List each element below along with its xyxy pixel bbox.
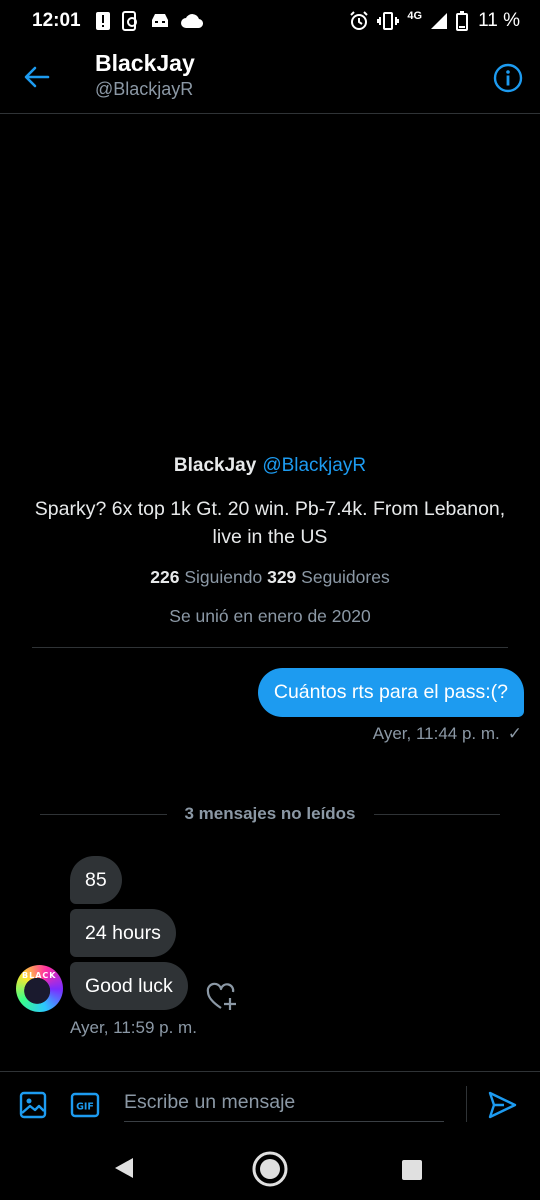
received-message-bubble[interactable]: 24 hours [70,909,176,957]
joined-date: Se unió en enero de 2020 [169,606,371,626]
network-type: 4G [407,10,423,22]
nav-back-icon[interactable] [113,1156,135,1180]
received-message-bubble[interactable]: Good luck [70,962,188,1010]
arrow-left-icon [24,66,50,88]
sent-timestamp: Ayer, 11:44 p. m. [372,724,500,743]
conversation-header: BlackJay @BlackjayR [0,42,540,114]
header-display-name: BlackJay [95,50,195,76]
header-handle: @BlackjayR [95,79,194,99]
sent-message-bubble[interactable]: Cuántos rts para el pass:(? [257,668,524,717]
system-nav-bar [0,1137,540,1200]
notification-icons [95,11,203,31]
alert-icon [95,12,110,30]
status-bar: 12:01 4G 11 % [0,0,540,42]
followers-label: Seguidores [301,567,390,587]
follow-counts: 226 Siguiendo 329 Seguidores [0,567,540,588]
send-icon[interactable] [486,1089,518,1121]
received-timestamp: Ayer, 11:59 p. m. [70,1018,197,1037]
profile-handle: @BlackjayR [262,455,367,476]
clock: 12:01 [32,10,81,31]
nav-home-icon[interactable] [251,1150,289,1188]
nav-recents-icon[interactable] [402,1160,422,1180]
profile-bio: Sparky? 6x top 1k Gt. 20 win. Pb-7.4k. F… [34,498,506,548]
sent-message-meta: Ayer, 11:44 p. m. ✓ [373,724,522,744]
received-message-bubble[interactable]: 85 [70,856,122,904]
battery-percent: 11 % [478,10,520,31]
info-icon[interactable] [492,62,524,94]
following-count: 226 [150,567,180,587]
profile-display-name: BlackJay [173,455,257,476]
dm-conversation-screen: 12:01 4G 11 % BlackJay @BlackjayR BlackJ… [0,0,540,1200]
image-icon[interactable] [18,1090,48,1120]
system-icons: 4G 11 % [349,10,520,32]
sent-check-icon: ✓ [507,724,522,743]
gif-icon[interactable]: GIF [70,1090,100,1120]
followers-count: 329 [267,567,297,587]
unread-divider: 3 mensajes no leídos [40,802,501,826]
unread-count-label: 3 mensajes no leídos [184,804,356,823]
heart-add-reaction-icon[interactable] [206,982,238,1012]
following-label: Siguiendo [184,567,263,587]
car-mode-icon [151,14,168,27]
avatar-logo-text: BLACK [22,971,57,980]
profile-name-line: BlackJay @BlackjayR [0,455,540,477]
alarm-icon [350,11,369,30]
divider [40,813,167,815]
divider [32,647,508,648]
vibrate-icon [377,12,400,30]
message-composer: GIF [0,1071,540,1137]
divider [466,1086,467,1122]
sender-avatar[interactable]: BLACK [16,965,63,1012]
cloud-icon [180,14,203,29]
profile-summary[interactable]: BlackJay @BlackjayR Sparky? 6x top 1k Gt.… [0,455,540,627]
back-button[interactable] [20,60,54,94]
signal-icon [431,13,448,29]
svg-text:GIF: GIF [76,1102,94,1113]
battery-icon [456,11,469,31]
phone-sync-icon [121,11,137,31]
message-input[interactable] [124,1084,444,1122]
divider [373,813,501,815]
